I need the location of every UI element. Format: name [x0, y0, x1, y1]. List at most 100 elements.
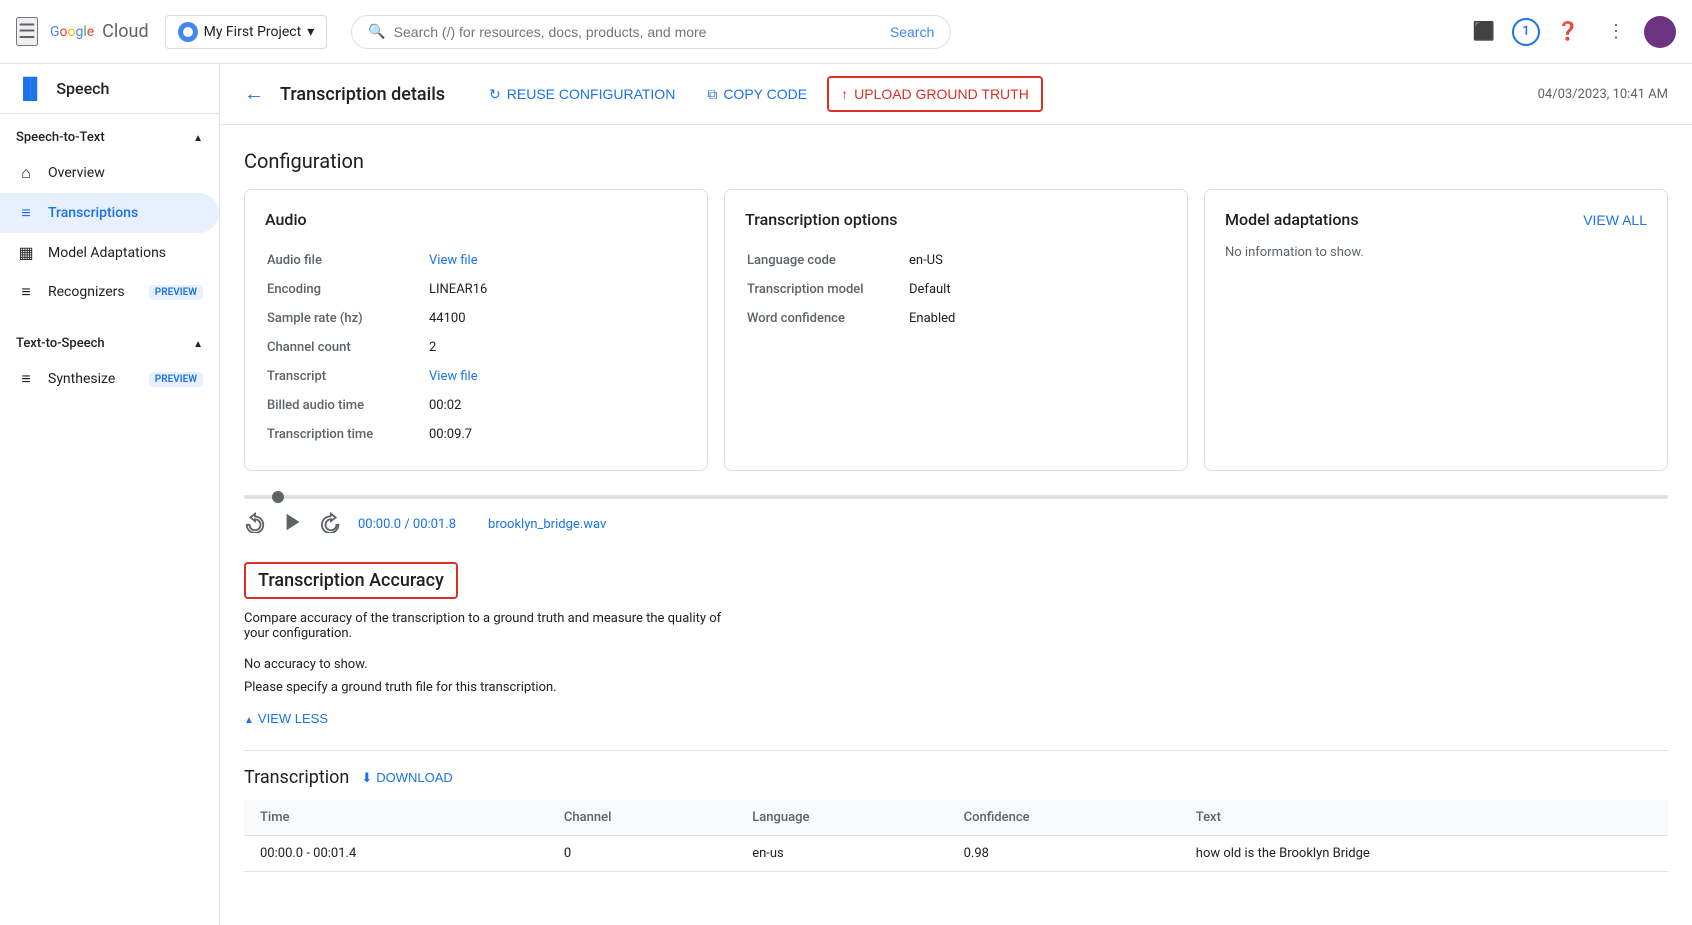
table-row: Encoding LINEAR16 [267, 276, 685, 303]
sidebar-item-recognizers[interactable]: ≡ Recognizers PREVIEW [0, 272, 219, 312]
cell-channel: 0 [548, 836, 736, 872]
reuse-config-icon: ↻ [489, 86, 501, 103]
audio-progress-bar[interactable] [244, 495, 1668, 499]
col-header-channel: Channel [548, 800, 736, 836]
accuracy-hint: Please specify a ground truth file for t… [244, 680, 1668, 695]
accuracy-title-container: Transcription Accuracy [244, 562, 458, 599]
channel-count-value: 2 [429, 334, 685, 361]
download-icon: ⬇ [361, 770, 372, 786]
transcription-time-label: Transcription time [267, 421, 427, 448]
speech-to-text-header[interactable]: Speech-to-Text [0, 122, 219, 153]
upload-icon: ↑ [841, 86, 848, 102]
rewind-button[interactable] [244, 511, 266, 538]
accuracy-section-title: Transcription Accuracy [258, 570, 444, 591]
view-less-label: VIEW LESS [258, 711, 328, 726]
terminal-icon-button[interactable]: ⬛ [1464, 12, 1504, 52]
search-input[interactable] [394, 24, 882, 40]
speech-to-text-section: Speech-to-Text ⌂ Overview ≡ Transcriptio… [0, 114, 219, 320]
col-header-language: Language [736, 800, 947, 836]
audio-file-label: Audio file [267, 247, 427, 274]
back-button[interactable]: ← [244, 83, 264, 106]
encoding-value: LINEAR16 [429, 276, 685, 303]
view-less-chevron-icon [244, 711, 254, 726]
section-divider [244, 750, 1668, 751]
sidebar-item-label-overview: Overview [48, 165, 105, 181]
transcription-options-table: Language code en-US Transcription model … [745, 245, 1167, 334]
audio-file-view-link[interactable]: View file [429, 253, 478, 268]
transcription-data-table: Time Channel Language Confidence Text 00… [244, 800, 1668, 872]
configuration-cards: Audio Audio file View file Encoding LINE… [244, 189, 1668, 471]
search-magnifier-icon: 🔍 [368, 24, 385, 40]
sidebar-item-model-adaptations[interactable]: ▦ Model Adaptations [0, 233, 219, 272]
sidebar-item-label-transcriptions: Transcriptions [48, 205, 138, 221]
forward-button[interactable] [320, 511, 342, 538]
col-header-text: Text [1180, 800, 1668, 836]
audio-controls: 00:00.0 / 00:01.8 brooklyn_bridge.wav [244, 511, 1668, 538]
sidebar-item-label-recognizers: Recognizers [48, 284, 125, 300]
play-button[interactable] [282, 511, 304, 538]
google-cloud-logo[interactable]: Google Cloud [50, 21, 149, 42]
text-to-speech-header[interactable]: Text-to-Speech [0, 328, 219, 359]
word-confidence-label: Word confidence [747, 305, 907, 332]
user-avatar[interactable] [1644, 16, 1676, 48]
forward-icon [320, 511, 342, 533]
transcription-options-card: Transcription options Language code en-U… [724, 189, 1188, 471]
accuracy-section: Transcription Accuracy Compare accuracy … [244, 562, 1668, 726]
hamburger-menu[interactable]: ☰ [16, 17, 38, 46]
synthesize-icon: ≡ [16, 369, 36, 389]
download-button[interactable]: ⬇ DOWNLOAD [361, 770, 452, 786]
recognizers-preview-badge: PREVIEW [149, 285, 203, 300]
notification-badge[interactable]: 1 [1512, 18, 1540, 46]
sidebar-item-label-model-adaptations: Model Adaptations [48, 245, 166, 261]
sidebar-item-transcriptions[interactable]: ≡ Transcriptions [0, 193, 219, 233]
more-options-icon-button[interactable]: ⋮ [1596, 12, 1636, 52]
table-row: Transcription model Default [747, 276, 1165, 303]
transcription-section-title: Transcription [244, 767, 349, 788]
table-row: Transcript View file [267, 363, 685, 390]
page-timestamp: 04/03/2023, 10:41 AM [1538, 87, 1668, 102]
transcript-label: Transcript [267, 363, 427, 390]
sample-rate-value: 44100 [429, 305, 685, 332]
help-icon-button[interactable]: ❓ [1548, 12, 1588, 52]
language-code-value: en-US [909, 247, 1165, 274]
reuse-configuration-button[interactable]: ↻ REUSE CONFIGURATION [477, 78, 687, 111]
project-selector[interactable]: My First Project ▾ [165, 15, 328, 49]
sidebar-app-title: Speech [56, 79, 109, 98]
transcription-time-value: 00:09.7 [429, 421, 685, 448]
speech-app-icon: ▐▌ [16, 76, 44, 101]
accuracy-description: Compare accuracy of the transcription to… [244, 611, 744, 641]
table-row: Billed audio time 00:02 [267, 392, 685, 419]
view-all-button[interactable]: VIEW ALL [1583, 212, 1647, 228]
table-row: 00:00.0 - 00:01.4 0 en-us 0.98 how old i… [244, 836, 1668, 872]
table-row: Word confidence Enabled [747, 305, 1165, 332]
model-adaptations-card-title: Model adaptations VIEW ALL [1225, 210, 1647, 229]
view-less-button[interactable]: VIEW LESS [244, 711, 328, 726]
accuracy-no-data: No accuracy to show. [244, 657, 1668, 672]
nav-right-actions: ⬛ 1 ❓ ⋮ [1464, 12, 1676, 52]
transcript-view-link[interactable]: View file [429, 369, 478, 384]
overview-icon: ⌂ [16, 163, 36, 183]
google-logo-text: Google [50, 24, 94, 40]
encoding-label: Encoding [267, 276, 427, 303]
transcription-model-label: Transcription model [747, 276, 907, 303]
cloud-logo-text: Cloud [102, 21, 148, 42]
sidebar: ▐▌ Speech Speech-to-Text ⌂ Overview ≡ Tr… [0, 64, 220, 925]
copy-code-button[interactable]: ⧉ COPY CODE [695, 78, 819, 111]
model-adaptations-card: Model adaptations VIEW ALL No informatio… [1204, 189, 1668, 471]
search-button[interactable]: Search [890, 24, 934, 40]
content-area: Configuration Audio Audio file View file… [220, 125, 1692, 920]
cell-time: 00:00.0 - 00:01.4 [244, 836, 548, 872]
sidebar-item-overview[interactable]: ⌂ Overview [0, 153, 219, 193]
sidebar-item-synthesize[interactable]: ≡ Synthesize PREVIEW [0, 359, 219, 399]
download-label: DOWNLOAD [376, 770, 453, 785]
cell-language: en-us [736, 836, 947, 872]
table-header-row: Time Channel Language Confidence Text [244, 800, 1668, 836]
transcription-model-value: Default [909, 276, 1165, 303]
table-row: Language code en-US [747, 247, 1165, 274]
table-row: Audio file View file [267, 247, 685, 274]
synthesize-preview-badge: PREVIEW [149, 372, 203, 387]
upload-ground-truth-button[interactable]: ↑ UPLOAD GROUND TRUTH [827, 76, 1043, 112]
audio-progress-indicator [272, 491, 284, 503]
model-adaptations-icon: ▦ [16, 243, 36, 262]
audio-card: Audio Audio file View file Encoding LINE… [244, 189, 708, 471]
